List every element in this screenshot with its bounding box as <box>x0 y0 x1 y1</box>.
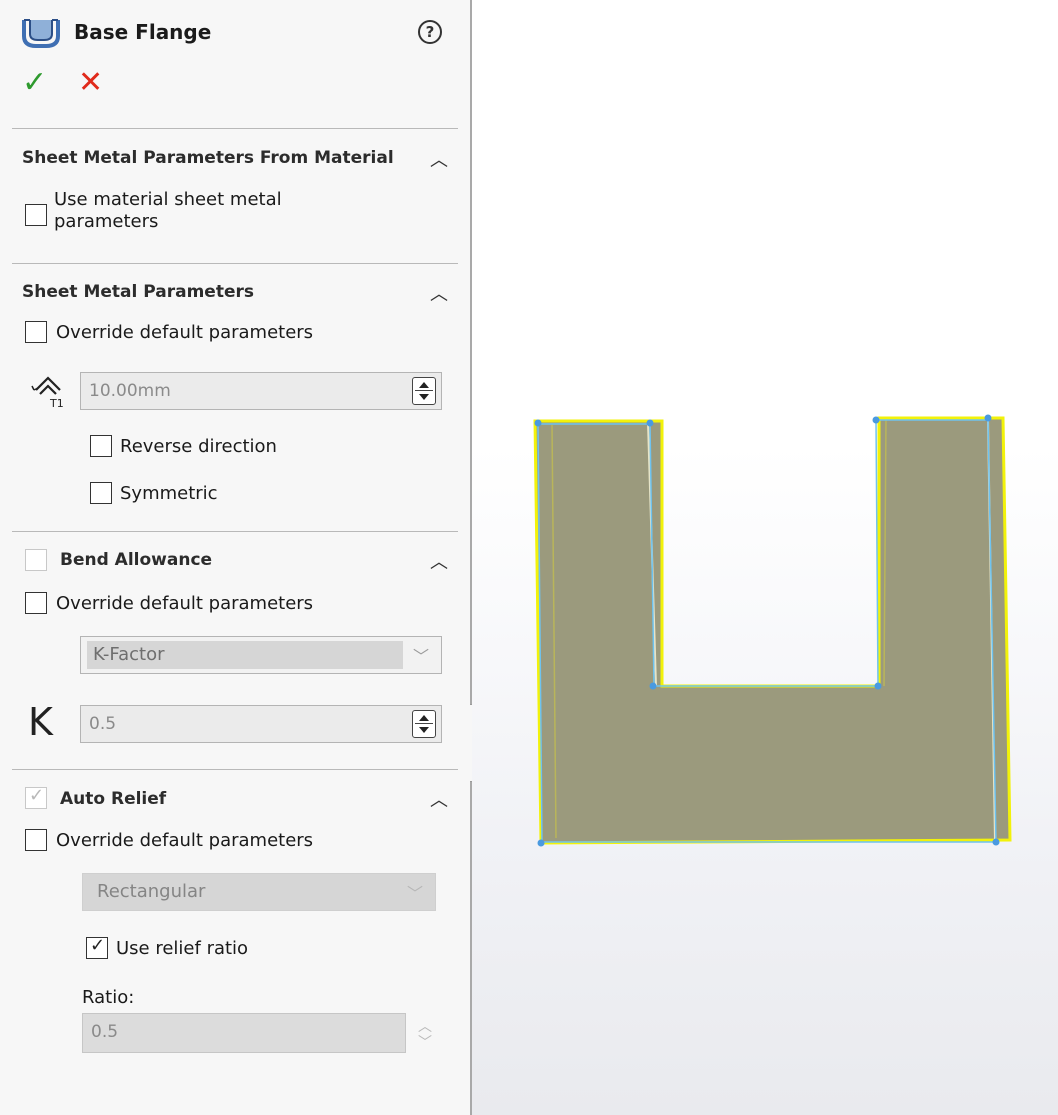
reverse-direction-label: Reverse direction <box>120 436 277 457</box>
sketch-point[interactable] <box>874 682 882 690</box>
k-factor-spinner[interactable] <box>412 710 436 738</box>
ratio-label: Ratio: <box>82 987 135 1008</box>
ok-button[interactable]: ✓ <box>22 68 47 98</box>
collapse-chevron-icon[interactable]: ︿ <box>430 786 448 812</box>
sheet-thickness-icon: T1 <box>31 376 64 410</box>
section-title-auto-relief[interactable]: Auto Relief <box>60 789 166 809</box>
collapse-chevron-icon[interactable]: ︿ <box>430 146 448 172</box>
divider <box>12 531 458 532</box>
help-icon[interactable]: ? <box>418 20 442 44</box>
sketch-point[interactable] <box>537 839 545 847</box>
spin-up-icon[interactable] <box>419 715 429 721</box>
divider <box>12 263 458 264</box>
feature-title: Base Flange <box>74 20 212 44</box>
cancel-button[interactable]: ✕ <box>78 68 103 98</box>
override-sheet-metal-label: Override default parameters <box>56 322 314 343</box>
section-title-material[interactable]: Sheet Metal Parameters From Material <box>22 148 394 168</box>
divider <box>12 128 458 129</box>
collapse-chevron-icon[interactable]: ︿ <box>430 280 448 306</box>
sketch-point[interactable] <box>646 419 654 427</box>
label-line-2: parameters <box>54 211 159 232</box>
override-auto-relief-checkbox[interactable] <box>25 829 47 851</box>
spinner-divider <box>415 390 433 391</box>
use-relief-ratio-label: Use relief ratio <box>116 938 249 959</box>
bend-allowance-type-select[interactable]: K-Factor ﹀ <box>80 636 442 674</box>
checkmark-icon: ✓ <box>90 935 106 956</box>
collapse-chevron-icon[interactable]: ︿ <box>430 548 448 574</box>
select-value: Rectangular <box>97 881 206 902</box>
sketch-point[interactable] <box>992 838 1000 846</box>
auto-relief-enable-checkbox[interactable]: ✓ <box>25 785 47 809</box>
spin-down-icon[interactable]: ﹀ <box>418 1032 432 1052</box>
k-factor-input[interactable]: 0.5 <box>80 705 442 743</box>
relief-type-select[interactable]: Rectangular ﹀ <box>82 873 436 911</box>
symmetric-label: Symmetric <box>120 483 218 504</box>
thickness-input[interactable]: 10.00mm <box>80 372 442 410</box>
part-view[interactable] <box>472 0 1058 1115</box>
reverse-direction-checkbox[interactable] <box>90 435 112 457</box>
bend-allowance-enable-checkbox[interactable] <box>25 549 47 571</box>
checkmark-icon: ✓ <box>29 785 45 806</box>
override-bend-allowance-label: Override default parameters <box>56 593 314 614</box>
base-flange-icon <box>22 19 60 48</box>
ratio-spinner[interactable]: ︿ ﹀ <box>414 1014 436 1054</box>
override-auto-relief-label: Override default parameters <box>56 830 314 851</box>
override-sheet-metal-checkbox[interactable] <box>25 321 47 343</box>
sketch-point[interactable] <box>534 419 542 427</box>
base-flange-face[interactable] <box>533 416 1012 845</box>
spinner-divider <box>415 723 433 724</box>
ratio-input[interactable]: 0.5 <box>82 1013 406 1053</box>
property-manager-panel: Base Flange ? ✓ ✕ Sheet Metal Parameters… <box>0 0 470 1115</box>
chevron-down-icon[interactable]: ﹀ <box>407 880 423 904</box>
use-material-params-checkbox[interactable] <box>25 204 47 226</box>
sketch-point[interactable] <box>872 416 880 424</box>
label-line-1: Use material sheet metal <box>54 189 282 210</box>
divider <box>12 769 458 770</box>
graphics-viewport[interactable] <box>472 0 1058 1115</box>
override-bend-allowance-checkbox[interactable] <box>25 592 47 614</box>
sketch-point[interactable] <box>984 414 992 422</box>
section-title-sheet-metal[interactable]: Sheet Metal Parameters <box>22 282 254 302</box>
sketch-point[interactable] <box>649 682 657 690</box>
spin-up-icon[interactable] <box>419 382 429 388</box>
thickness-spinner[interactable] <box>412 377 436 405</box>
section-title-bend-allowance[interactable]: Bend Allowance <box>60 550 212 570</box>
select-value: K-Factor <box>87 641 403 669</box>
spin-down-icon[interactable] <box>419 394 429 400</box>
svg-text:T1: T1 <box>49 397 64 410</box>
symmetric-checkbox[interactable] <box>90 482 112 504</box>
k-factor-symbol: K <box>28 700 53 744</box>
use-relief-ratio-checkbox[interactable]: ✓ <box>86 935 108 959</box>
chevron-down-icon[interactable]: ﹀ <box>413 643 429 667</box>
spin-down-icon[interactable] <box>419 727 429 733</box>
use-material-params-label: Use material sheet metal parameters <box>54 189 282 233</box>
